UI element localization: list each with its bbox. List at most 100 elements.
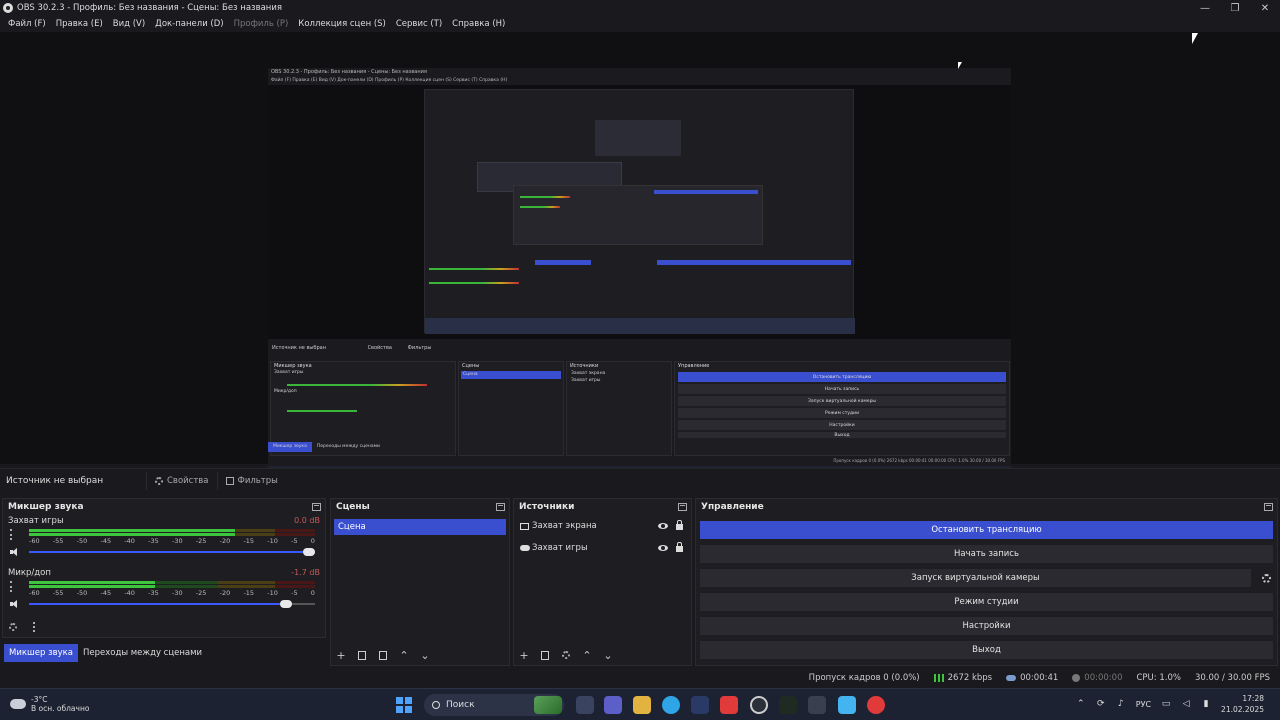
menu-tools[interactable]: Сервис (T) — [391, 19, 447, 29]
volume-slider[interactable] — [29, 548, 315, 556]
mixer-menu-button[interactable] — [28, 621, 40, 633]
properties-label: Свойства — [167, 475, 209, 486]
close-button[interactable]: ✕ — [1250, 0, 1280, 16]
file-explorer-icon[interactable] — [633, 696, 651, 714]
microphone-icon[interactable]: ♪ — [1116, 699, 1126, 709]
menu-scene-collection[interactable]: Коллекция сцен (S) — [293, 19, 391, 29]
chevron-up-icon[interactable]: ⌃ — [1076, 699, 1086, 709]
preview-mirrored-title: OBS 30.2.3 - Профиль: Без названия - Сце… — [271, 69, 427, 75]
mixer-settings-button[interactable] — [7, 621, 19, 633]
undock-icon[interactable] — [1264, 503, 1273, 511]
mini-stop: Остановить трансляцию — [678, 372, 1006, 382]
add-scene-button[interactable]: + — [335, 649, 347, 662]
yandex-icon[interactable] — [720, 696, 738, 714]
yandex-browser-icon[interactable] — [867, 696, 885, 714]
edge-icon[interactable] — [662, 696, 680, 714]
volume-icon[interactable]: ◁ — [1181, 699, 1191, 709]
volume-slider[interactable] — [29, 600, 315, 608]
app-icon[interactable] — [838, 696, 856, 714]
source-item[interactable]: Захват игры — [514, 537, 691, 559]
preview-mirrored-tabs: Микшер звука Переходы между сценами — [268, 442, 385, 452]
channel-name: Захват игры — [8, 516, 64, 526]
meter-tick-label: -15 — [243, 537, 255, 545]
speaker-icon[interactable] — [10, 600, 19, 608]
obs-active-icon[interactable] — [808, 696, 826, 714]
scene-filters-button[interactable] — [377, 649, 389, 661]
add-source-button[interactable]: + — [518, 649, 530, 662]
menu-docks[interactable]: Док-панели (D) — [150, 19, 228, 29]
undock-icon[interactable] — [496, 503, 505, 511]
sync-icon[interactable]: ⟳ — [1096, 699, 1106, 709]
tab-scene-transitions[interactable]: Переходы между сценами — [78, 644, 207, 662]
settings-button[interactable]: Настройки — [700, 617, 1273, 635]
channel-menu-icon[interactable] — [10, 529, 13, 540]
visibility-eye-icon[interactable] — [658, 523, 668, 529]
lock-icon[interactable] — [676, 520, 683, 530]
battery-icon[interactable]: ▮ — [1201, 699, 1211, 709]
maximize-button[interactable]: ❐ — [1220, 0, 1250, 16]
preview-canvas[interactable]: OBS 30.2.3 - Профиль: Без названия - Сце… — [268, 68, 1011, 488]
scenes-dock: Сцены Сцена + ⌃ ⌄ — [330, 498, 510, 666]
gamepad-icon — [520, 545, 530, 551]
meter-level — [29, 529, 235, 532]
move-up-button[interactable]: ⌃ — [398, 649, 410, 662]
channel-menu-icon[interactable] — [10, 581, 13, 592]
clock[interactable]: 17:28 21.02.2025 — [1221, 693, 1264, 715]
meter-tick-label: -45 — [100, 589, 112, 597]
studio-mode-button[interactable]: Режим студии — [700, 593, 1273, 611]
system-tray: ⌃ ⟳ ♪ РУС ▭ ◁ ▮ 17:28 21.02.2025 — [1076, 693, 1264, 715]
source-item[interactable]: Захват экрана — [514, 515, 691, 537]
store-icon[interactable] — [691, 696, 709, 714]
menu-view[interactable]: Вид (V) — [108, 19, 150, 29]
trash-icon — [358, 650, 366, 660]
meter-tick-label: -40 — [124, 537, 135, 545]
mini-ch1: Захват игры — [274, 370, 304, 375]
gear-icon — [1261, 573, 1271, 583]
virtual-camera-settings-button[interactable] — [1255, 569, 1277, 587]
move-up-button[interactable]: ⌃ — [581, 649, 593, 662]
filters-button[interactable]: Фильтры — [216, 471, 286, 490]
source-properties-button[interactable] — [560, 649, 572, 661]
undock-icon[interactable] — [678, 503, 687, 511]
menu-edit[interactable]: Правка (E) — [51, 19, 108, 29]
preview-area[interactable]: OBS 30.2.3 - Профиль: Без названия - Сце… — [0, 32, 1280, 488]
start-recording-button[interactable]: Начать запись — [700, 545, 1273, 563]
move-down-button[interactable]: ⌄ — [419, 649, 431, 662]
delete-source-button[interactable] — [539, 649, 551, 661]
minimize-button[interactable]: — — [1190, 0, 1220, 16]
no-source-label: Источник не выбран — [6, 475, 104, 486]
mini-controls-dock: Управление Остановить трансляцию Начать … — [674, 361, 1010, 456]
menu-file[interactable]: Файл (F) — [3, 19, 51, 29]
scene-item[interactable]: Сцена — [334, 519, 506, 535]
language-indicator[interactable]: РУС — [1136, 700, 1151, 709]
volume-knob[interactable] — [303, 548, 315, 556]
obs-app-icon[interactable] — [750, 696, 768, 714]
start-virtual-camera-button[interactable]: Запуск виртуальной камеры — [911, 573, 1039, 583]
dock-header: Управление — [696, 499, 1277, 515]
mini-rec: Начать запись — [678, 384, 1006, 394]
delete-scene-button[interactable] — [356, 649, 368, 661]
volume-knob[interactable] — [280, 600, 293, 608]
nested-meter — [429, 282, 519, 284]
undock-icon[interactable] — [312, 503, 321, 511]
volume-slider-rest — [292, 603, 315, 605]
weather-widget[interactable]: -3°C В осн. облачно — [10, 695, 89, 713]
obs-logo-icon — [3, 3, 13, 13]
visibility-eye-icon[interactable] — [658, 545, 668, 551]
stop-streaming-button[interactable]: Остановить трансляцию — [700, 521, 1273, 539]
speaker-icon[interactable] — [10, 548, 19, 556]
mouse-cursor — [1192, 33, 1198, 44]
monitor-icon[interactable]: ▭ — [1161, 699, 1171, 709]
menu-help[interactable]: Справка (H) — [447, 19, 510, 29]
lock-icon[interactable] — [676, 542, 683, 552]
task-view-icon[interactable] — [576, 696, 594, 714]
teams-icon[interactable] — [604, 696, 622, 714]
exit-button[interactable]: Выход — [700, 641, 1273, 659]
preview-nested-level-3 — [595, 120, 681, 156]
terminal-icon[interactable] — [779, 696, 797, 714]
start-button[interactable] — [396, 697, 412, 713]
move-down-button[interactable]: ⌄ — [602, 649, 614, 662]
tab-audio-mixer[interactable]: Микшер звука — [4, 644, 78, 662]
properties-button[interactable]: Свойства — [146, 471, 217, 490]
mini-src1: Захват экрана — [571, 371, 606, 376]
